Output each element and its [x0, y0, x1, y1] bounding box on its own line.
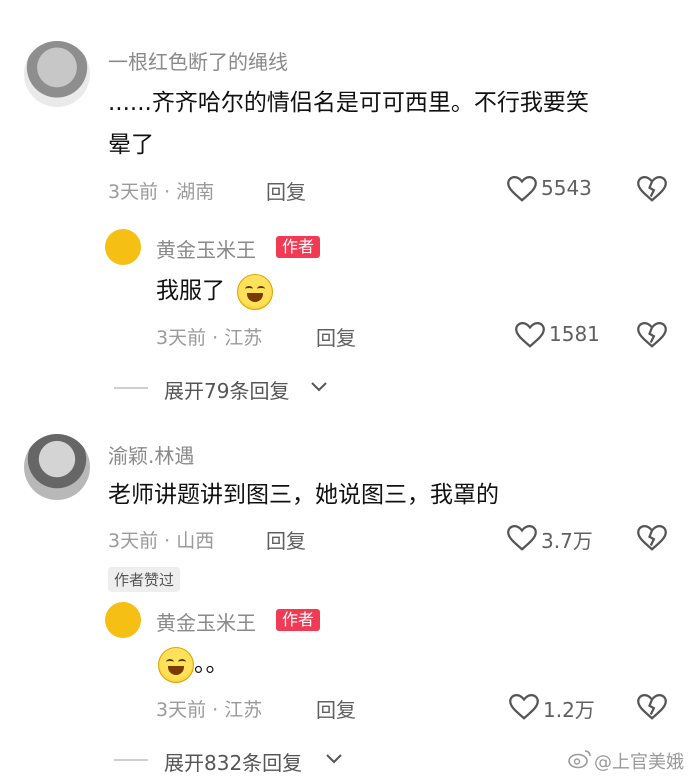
comment-meta: 3天前 · 山西 — [108, 530, 215, 552]
reply-button[interactable]: 回复 — [316, 322, 356, 351]
comment-meta: 3天前 · 江苏 — [156, 699, 263, 721]
like-count: 3.7万 — [541, 529, 593, 553]
comment-text: ......齐齐哈尔的情侣名是可可西里。不行我要笑 — [108, 90, 589, 116]
heart-icon[interactable] — [507, 175, 537, 203]
weibo-icon — [568, 749, 592, 769]
username[interactable]: 一根红色断了的绳线 — [108, 46, 288, 75]
author-badge: 作者 — [276, 609, 321, 631]
username[interactable]: 黄金玉米王 — [156, 234, 256, 263]
avatar[interactable] — [24, 41, 90, 107]
grin-emoji-icon — [158, 647, 194, 683]
comment-text-line2: 晕了 — [108, 132, 154, 158]
expand-replies-button[interactable]: 展开79条回复 — [164, 375, 289, 404]
broken-heart-icon[interactable] — [637, 693, 667, 721]
comment-text: 。。 — [194, 651, 229, 677]
reply-button[interactable]: 回复 — [266, 176, 306, 205]
reply-button[interactable]: 回复 — [266, 525, 306, 554]
heart-icon[interactable] — [515, 321, 545, 349]
reply-button[interactable]: 回复 — [316, 694, 356, 723]
author-badge: 作者 — [276, 236, 321, 258]
chevron-down-icon[interactable] — [325, 752, 343, 766]
avatar[interactable] — [105, 229, 141, 265]
divider — [114, 387, 148, 389]
comment-text: 老师讲题讲到图三，她说图三，我罩的 — [108, 482, 499, 508]
username[interactable]: 黄金玉米王 — [156, 607, 256, 636]
like-count: 1581 — [549, 322, 600, 346]
comment-meta: 3天前 · 湖南 — [108, 181, 215, 203]
expand-replies-button[interactable]: 展开832条回复 — [164, 747, 302, 776]
grin-emoji-icon — [237, 274, 273, 310]
watermark: @上官美娥 — [594, 752, 684, 773]
broken-heart-icon[interactable] — [637, 524, 667, 552]
author-liked-badge: 作者赞过 — [108, 567, 181, 592]
like-count: 1.2万 — [543, 698, 595, 722]
username[interactable]: 渝颖.林遇 — [108, 440, 194, 469]
heart-icon[interactable] — [507, 524, 537, 552]
broken-heart-icon[interactable] — [637, 175, 667, 203]
broken-heart-icon[interactable] — [637, 321, 667, 349]
heart-icon[interactable] — [509, 693, 539, 721]
comment-text: 我服了 — [156, 278, 225, 304]
divider — [114, 759, 148, 761]
chevron-down-icon[interactable] — [310, 380, 328, 394]
like-count: 5543 — [541, 176, 592, 200]
avatar[interactable] — [105, 602, 141, 638]
comment-meta: 3天前 · 江苏 — [156, 327, 263, 349]
avatar[interactable] — [24, 434, 90, 500]
